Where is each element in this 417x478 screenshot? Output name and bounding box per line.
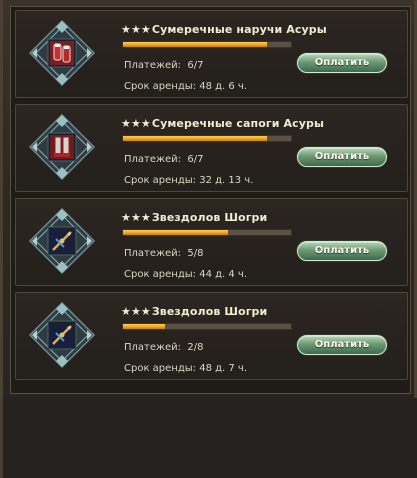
- payments-text: Платежей: 2/8: [124, 342, 204, 353]
- pay-button[interactable]: Оплатить: [297, 53, 387, 73]
- boots-icon: [50, 135, 74, 159]
- pay-button[interactable]: Оплатить: [297, 241, 387, 261]
- item-name: ★★★Сумеречные сапоги Асуры: [121, 117, 325, 130]
- rental-item: ★★★Звездолов Шогри Платежей: 5/8 Срок ар…: [15, 198, 408, 286]
- item-name: ★★★Звездолов Шогри: [121, 211, 268, 224]
- rarity-stars: ★★★: [121, 23, 151, 36]
- payment-progress-bar: [122, 323, 292, 330]
- payment-progress-bar: [122, 135, 292, 142]
- rental-list: ★★★Сумеречные наручи Асуры Платежей: 6/7…: [10, 6, 411, 394]
- rental-term-text: Срок аренды: 44 д. 4 ч.: [124, 269, 248, 280]
- payments-text: Платежей: 6/7: [124, 154, 204, 165]
- panel-footer: [3, 398, 417, 478]
- rental-term-text: Срок аренды: 48 д. 6 ч.: [124, 81, 248, 92]
- rental-item: ★★★Звездолов Шогри Платежей: 2/8 Срок ар…: [15, 292, 408, 380]
- rarity-stars: ★★★: [121, 211, 151, 224]
- rarity-stars: ★★★: [121, 305, 151, 318]
- rental-panel: ★★★Сумеречные наручи Асуры Платежей: 6/7…: [0, 0, 417, 478]
- payment-progress-bar: [122, 229, 292, 236]
- pay-button[interactable]: Оплатить: [297, 147, 387, 167]
- rarity-stars: ★★★: [121, 117, 151, 130]
- progress-fill: [123, 324, 165, 329]
- payments-text: Платежей: 5/8: [124, 248, 204, 259]
- item-name: ★★★Звездолов Шогри: [121, 305, 268, 318]
- pay-button[interactable]: Оплатить: [297, 335, 387, 355]
- progress-fill: [123, 136, 267, 141]
- rental-item: ★★★Сумеречные сапоги Асуры Платежей: 6/7…: [15, 104, 408, 192]
- progress-fill: [123, 42, 267, 47]
- item-frame[interactable]: [28, 113, 96, 181]
- rental-term-text: Срок аренды: 32 д. 13 ч.: [124, 175, 254, 186]
- rental-term-text: Срок аренды: 48 д. 7 ч.: [124, 363, 248, 374]
- rental-item: ★★★Сумеречные наручи Асуры Платежей: 6/7…: [15, 10, 408, 98]
- item-name: ★★★Сумеречные наручи Асуры: [121, 23, 327, 36]
- payments-text: Платежей: 6/7: [124, 60, 204, 71]
- progress-fill: [123, 230, 228, 235]
- crossbow-icon: [50, 323, 74, 347]
- item-frame[interactable]: [28, 19, 96, 87]
- item-frame[interactable]: [28, 207, 96, 275]
- payment-progress-bar: [122, 41, 292, 48]
- crossbow-icon: [50, 229, 74, 253]
- item-frame[interactable]: [28, 301, 96, 369]
- bracers-icon: [50, 41, 74, 65]
